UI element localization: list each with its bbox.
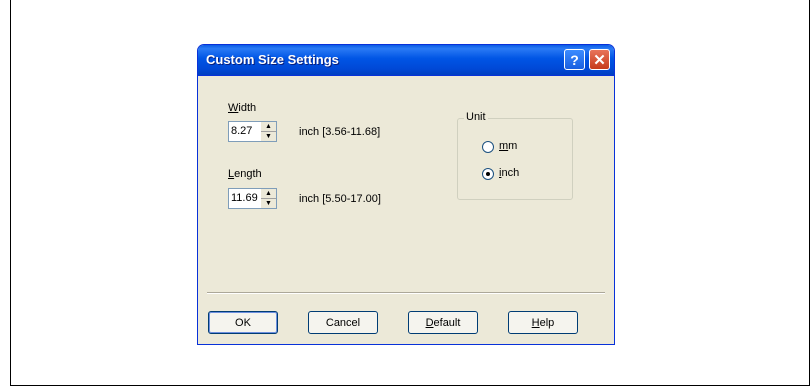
- separator: [207, 292, 605, 294]
- close-icon: ✕: [593, 51, 606, 69]
- length-range: inch [5.50-17.00]: [299, 193, 381, 205]
- width-input[interactable]: 8.27 ▲ ▼: [228, 121, 277, 142]
- width-spinner[interactable]: ▲ ▼: [261, 122, 276, 141]
- width-label: Width: [228, 102, 257, 114]
- dialog-body: Width 8.27 ▲ ▼ inch [3.56-11.68] Length …: [201, 76, 611, 341]
- question-icon: ?: [570, 51, 579, 68]
- length-spinner[interactable]: ▲ ▼: [261, 189, 276, 208]
- radio-inch[interactable]: [482, 168, 494, 180]
- length-input[interactable]: 11.69 ▲ ▼: [228, 188, 277, 209]
- width-range: inch [3.56-11.68]: [299, 126, 381, 138]
- cancel-button[interactable]: Cancel: [308, 311, 378, 334]
- unit-group: Unit mm inch: [457, 111, 573, 200]
- dialog-title: Custom Size Settings: [206, 52, 339, 67]
- radio-mm[interactable]: [482, 141, 494, 153]
- length-value: 11.69: [231, 192, 258, 204]
- unit-group-title: Unit: [464, 111, 488, 123]
- width-up-arrow-icon[interactable]: ▲: [261, 122, 276, 132]
- radio-mm-label[interactable]: mm: [499, 140, 517, 152]
- radio-inch-label[interactable]: inch: [499, 167, 519, 179]
- length-up-arrow-icon[interactable]: ▲: [261, 189, 276, 199]
- radio-selected-dot: [486, 172, 490, 176]
- custom-size-dialog: Custom Size Settings ? ✕ Width 8.27 ▲ ▼ …: [197, 44, 615, 345]
- default-button[interactable]: Default: [408, 311, 478, 334]
- close-button[interactable]: ✕: [589, 49, 610, 70]
- length-down-arrow-icon[interactable]: ▼: [261, 199, 276, 208]
- title-bar[interactable]: Custom Size Settings ? ✕: [198, 45, 614, 76]
- ok-button[interactable]: OK: [208, 311, 278, 334]
- help-title-button[interactable]: ?: [564, 49, 585, 70]
- length-label: Length: [228, 168, 262, 180]
- width-down-arrow-icon[interactable]: ▼: [261, 132, 276, 141]
- help-button[interactable]: Help: [508, 311, 578, 334]
- width-value: 8.27: [231, 125, 253, 137]
